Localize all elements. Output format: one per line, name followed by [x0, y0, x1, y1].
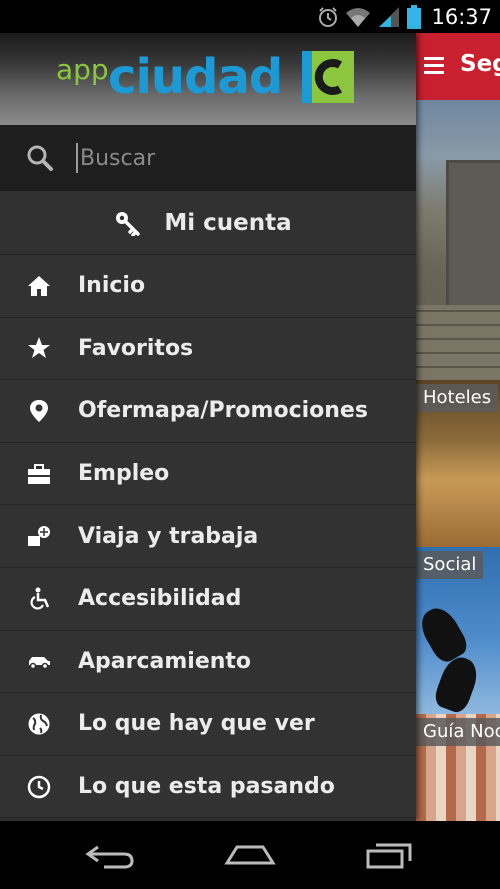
- tile-label: Guía Noc: [416, 718, 500, 746]
- key-icon: [116, 211, 141, 236]
- back-icon[interactable]: [84, 839, 138, 871]
- wheelchair-icon: [30, 587, 50, 610]
- menu-item-label: Ofermapa/Promociones: [78, 398, 368, 424]
- menu-item-accesibilidad[interactable]: Accesibilidad: [0, 567, 416, 631]
- signal-icon: [379, 6, 400, 27]
- menu-item-favoritos[interactable]: Favoritos: [0, 317, 416, 381]
- menu-item-empleo[interactable]: Empleo: [0, 442, 416, 506]
- appciudad-logo: app ciudad: [56, 47, 366, 111]
- my-account-button[interactable]: Mi cuenta: [0, 191, 416, 255]
- tile-label: Social: [416, 551, 484, 579]
- menu-item-label: Lo que esta pasando: [78, 774, 335, 800]
- background-app-title: Seg: [460, 51, 500, 77]
- hand-silhouette: [416, 602, 472, 666]
- menu-item-viaja-y-trabaja[interactable]: Viaja y trabaja: [0, 505, 416, 568]
- car-icon: [29, 657, 50, 670]
- status-clock: 16:37: [431, 4, 492, 29]
- drawer-header: app ciudad: [0, 33, 416, 125]
- menu-item-lo-que-esta-pasando[interactable]: Lo que esta pasando: [0, 755, 416, 819]
- hamburger-menu-icon[interactable]: [424, 57, 444, 75]
- battery-icon: [407, 4, 422, 29]
- recent-apps-icon[interactable]: [364, 839, 418, 871]
- stone-wall-image: [416, 305, 500, 380]
- briefcase-icon: [28, 463, 50, 484]
- my-account-label: Mi cuenta: [164, 209, 292, 236]
- wifi-icon: [346, 7, 371, 27]
- star-icon: [28, 337, 50, 359]
- menu-item-label: Favoritos: [78, 335, 194, 361]
- menu-item-aparcamiento[interactable]: Aparcamiento: [0, 630, 416, 694]
- navigation-drawer: app ciudad Mi cuenta Inicio: [0, 33, 416, 821]
- menu-item-inicio[interactable]: Inicio: [0, 255, 416, 318]
- menu-item-ofermapa[interactable]: Ofermapa/Promociones: [0, 380, 416, 443]
- menu-item-label: Aparcamiento: [78, 648, 252, 674]
- location-pin-icon: [30, 399, 48, 422]
- globe-icon: [28, 713, 50, 735]
- menu-item-label: Viaja y trabaja: [78, 523, 259, 549]
- status-bar: 16:37: [0, 0, 500, 33]
- home-icon: [28, 275, 50, 296]
- tile-label: Hoteles: [416, 384, 499, 412]
- background-app: Seg Hoteles Social Guía Noc: [416, 33, 500, 821]
- aqueduct-image: [446, 160, 500, 310]
- hand-silhouette: [431, 652, 483, 714]
- menu-item-lo-que-hay-que-ver[interactable]: Lo que hay que ver: [0, 693, 416, 756]
- system-nav-bar: [0, 821, 500, 889]
- menu-item-label: Empleo: [78, 461, 170, 487]
- logo-mark-icon: [302, 51, 354, 103]
- logo-ciudad-text: ciudad: [108, 49, 283, 105]
- logo-app-text: app: [56, 53, 109, 86]
- search-input[interactable]: [76, 143, 376, 173]
- clock-icon: [27, 775, 51, 798]
- menu-item-label: Inicio: [78, 273, 146, 299]
- status-icons: 16:37: [317, 0, 492, 33]
- travel-work-icon: [28, 526, 50, 547]
- background-app-header: Seg: [416, 33, 500, 100]
- search-icon: [27, 145, 53, 171]
- menu-item-label: Accesibilidad: [78, 586, 242, 612]
- menu-item-label: Lo que hay que ver: [78, 711, 315, 737]
- home-icon[interactable]: [223, 839, 277, 871]
- alarm-icon: [319, 6, 338, 27]
- search-bar: [0, 125, 416, 191]
- tile-guia-nocturna[interactable]: Guía Noc: [416, 714, 500, 821]
- tile-social[interactable]: Social: [416, 547, 500, 714]
- drawer-menu: Inicio Favoritos Ofermapa/Promociones Em…: [0, 255, 416, 819]
- tile-aqueduct[interactable]: [416, 100, 500, 380]
- tile-hoteles[interactable]: Hoteles: [416, 380, 500, 547]
